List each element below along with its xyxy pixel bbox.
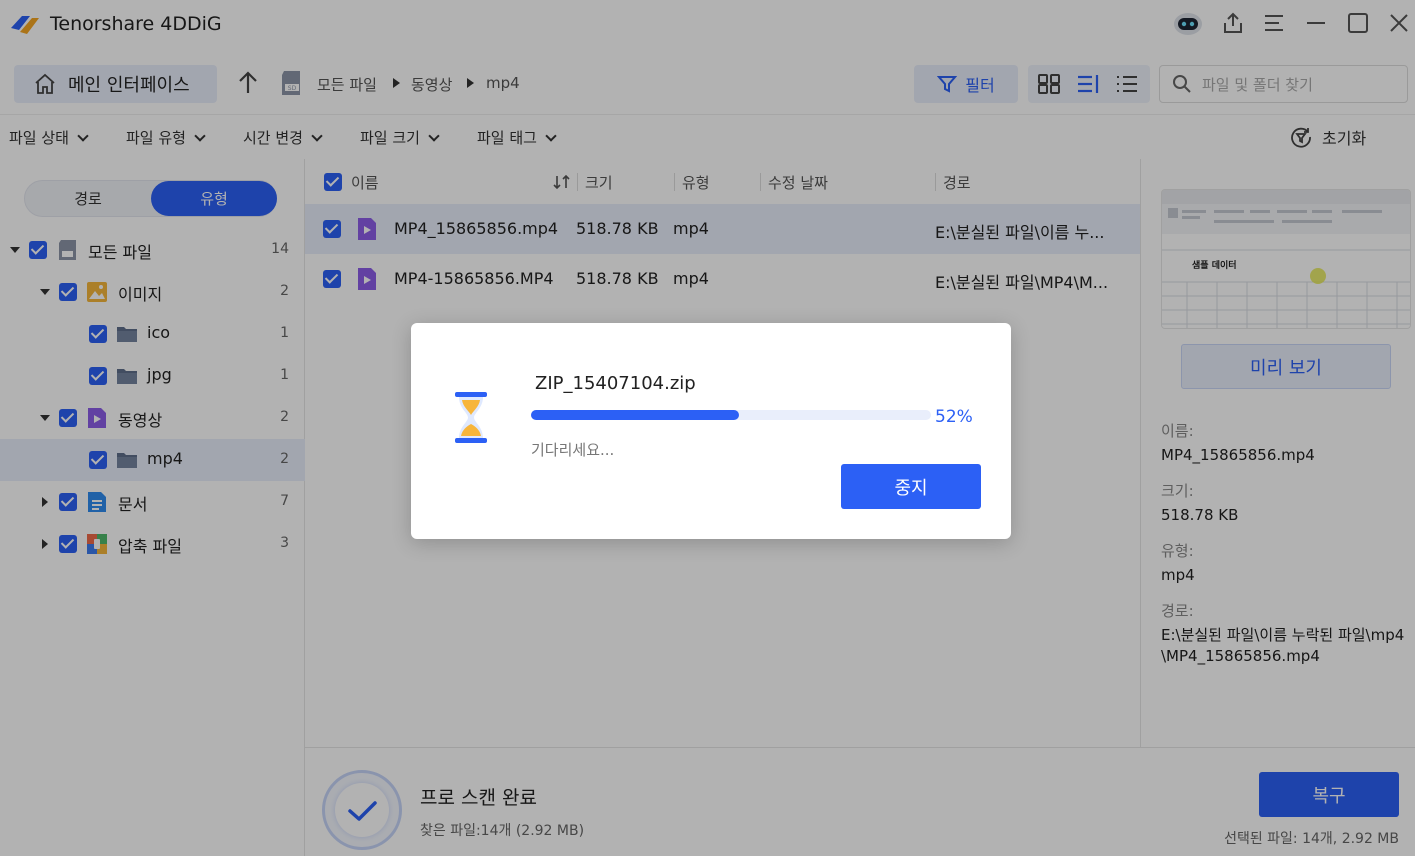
progress-dialog: ZIP_15407104.zip 52% 기다리세요... 중지 [411,323,1011,539]
progress-percent: 52% [935,407,973,427]
progress-bar [531,410,931,420]
dialog-filename: ZIP_15407104.zip [535,373,696,394]
progress-fill [531,410,739,420]
wait-message: 기다리세요... [531,441,615,459]
hourglass-icon [455,392,487,443]
stop-button[interactable]: 중지 [841,464,981,509]
